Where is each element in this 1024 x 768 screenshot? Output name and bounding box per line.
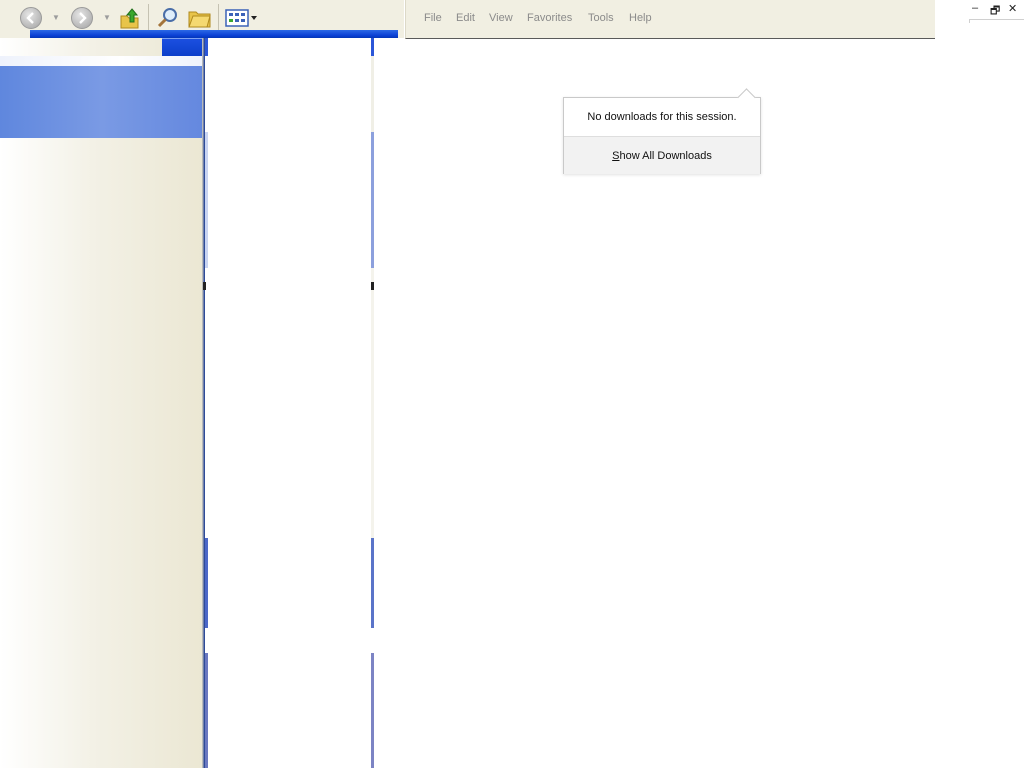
explorer-toolbar: ▼ ▼ — [0, 0, 404, 38]
menu-view[interactable]: View — [489, 12, 513, 24]
folders-icon[interactable] — [187, 7, 213, 32]
menu-edit[interactable]: Edit — [456, 12, 475, 24]
show-all-label: how All Downloads — [619, 149, 712, 162]
forward-dropdown-icon[interactable]: ▼ — [103, 13, 111, 22]
folder-up-icon[interactable] — [118, 6, 142, 33]
task-pane-header[interactable] — [0, 66, 204, 138]
splitter-mark-left — [203, 282, 206, 290]
views-icon[interactable] — [225, 8, 259, 31]
downloads-empty-message: No downloads for this session. — [587, 111, 737, 123]
menu-bar: File Edit View Favorites Tools Help — [405, 0, 935, 39]
address-bar-edge — [969, 19, 1024, 23]
folder-pane-right-edge — [371, 38, 374, 768]
menu-tools[interactable]: Tools — [588, 12, 614, 24]
downloads-panel: No downloads for this session. Show All … — [563, 88, 761, 174]
task-pane — [0, 38, 205, 768]
forward-button[interactable] — [71, 7, 93, 29]
window-controls: – 🗗 ✕ — [966, 0, 1024, 28]
menu-file[interactable]: File — [424, 12, 442, 24]
folder-list-pane — [203, 38, 375, 768]
search-icon[interactable] — [156, 6, 180, 33]
menu-help[interactable]: Help — [629, 12, 652, 24]
task-pane-header-tab — [162, 38, 202, 57]
back-dropdown-icon[interactable]: ▼ — [52, 13, 60, 22]
close-icon[interactable]: ✕ — [1008, 2, 1017, 15]
menu-favorites[interactable]: Favorites — [527, 12, 572, 24]
show-all-accesskey: S — [612, 149, 620, 162]
show-all-downloads-button[interactable]: Show All Downloads — [564, 136, 760, 174]
splitter-mark-right — [371, 282, 374, 290]
minimize-icon[interactable]: – — [972, 2, 978, 14]
back-button[interactable] — [20, 7, 42, 29]
toolbar-accent-bar — [30, 30, 398, 38]
task-pane-header-highlight — [0, 56, 204, 66]
folder-pane-left-edge — [205, 38, 208, 768]
